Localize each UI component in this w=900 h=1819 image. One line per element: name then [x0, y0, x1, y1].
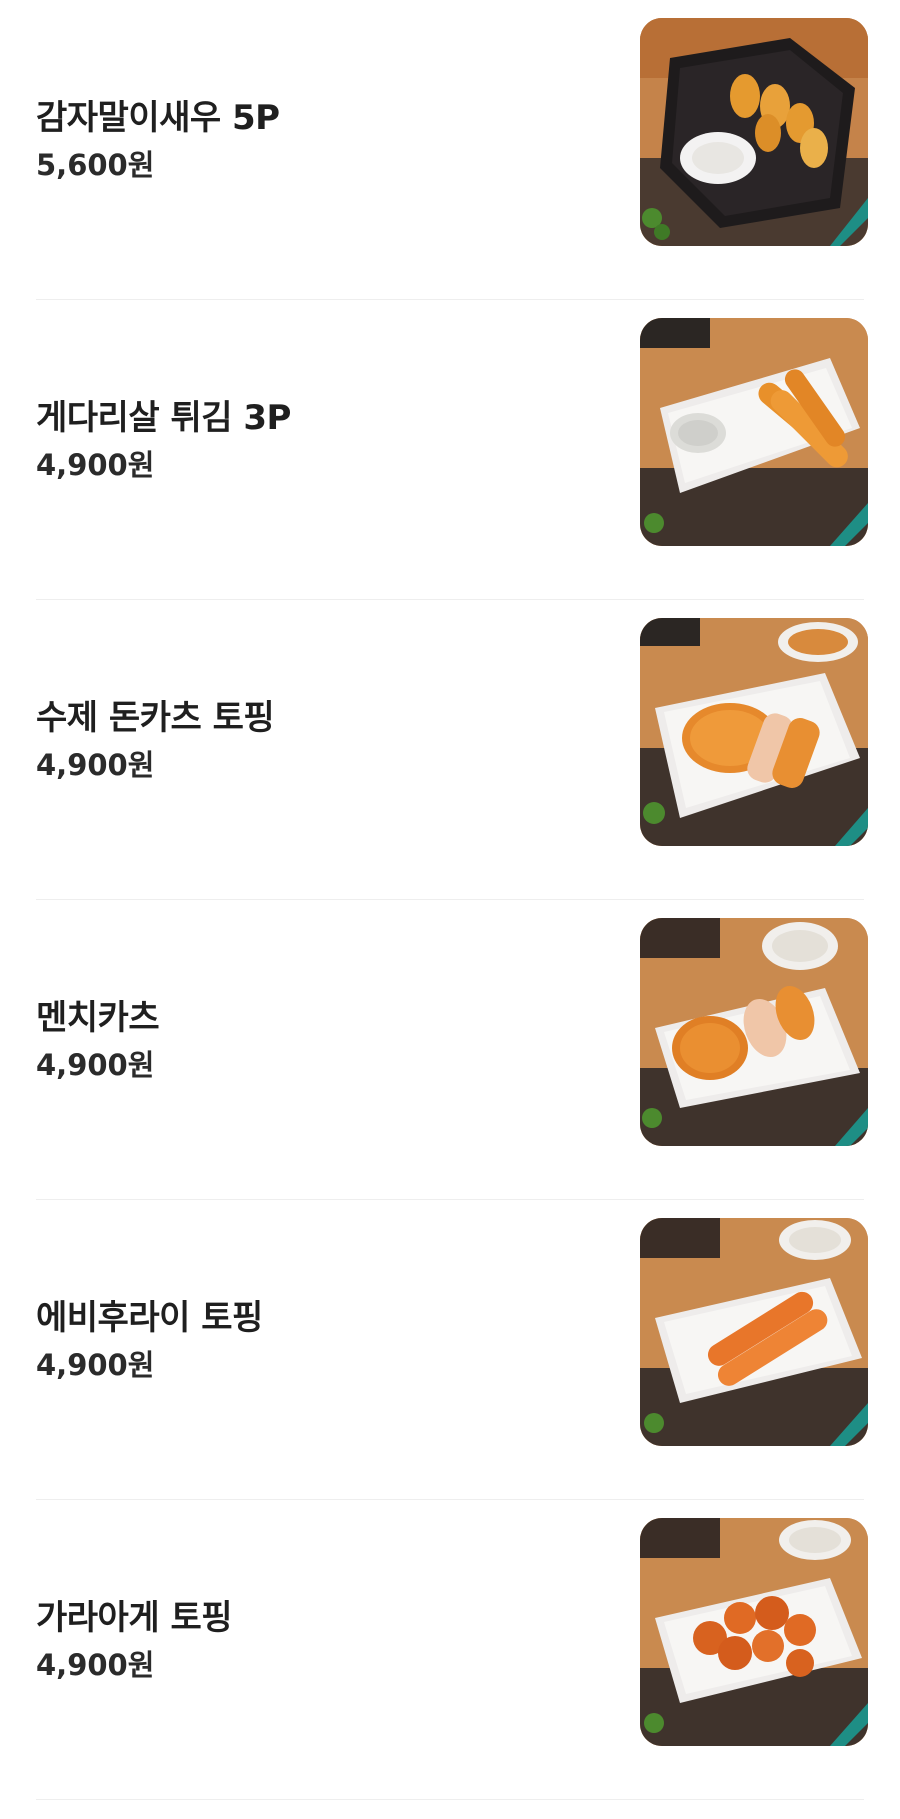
- menu-item-price: 4,900원: [36, 1048, 155, 1082]
- menu-item[interactable]: 가라아게 토핑 4,900원: [0, 1500, 900, 1800]
- divider: [36, 1799, 864, 1800]
- menchi-katsu-photo: [640, 918, 868, 1146]
- potato-wrapped-shrimp-photo: [640, 18, 868, 246]
- menu-item[interactable]: 게다리살 튀김 3P 4,900원: [0, 300, 900, 600]
- menu-item-photo[interactable]: [640, 1218, 868, 1446]
- menu-item[interactable]: 에비후라이 토핑 4,900원: [0, 1200, 900, 1500]
- menu-item[interactable]: 수제 돈카츠 토핑 4,900원: [0, 600, 900, 900]
- menu-item[interactable]: 멘치카츠 4,900원: [0, 900, 900, 1200]
- menu-item-text: 가라아게 토핑 4,900원: [36, 1500, 596, 1780]
- handmade-tonkatsu-photo: [640, 618, 868, 846]
- menu-item-name: 게다리살 튀김 3P: [36, 398, 291, 438]
- menu-item-name: 에비후라이 토핑: [36, 1298, 263, 1338]
- menu-item-price: 4,900원: [36, 748, 155, 782]
- menu-item-text: 에비후라이 토핑 4,900원: [36, 1200, 596, 1480]
- menu-item-text: 멘치카츠 4,900원: [36, 900, 596, 1180]
- menu-item-photo[interactable]: [640, 318, 868, 546]
- fried-crab-stick-photo: [640, 318, 868, 546]
- menu-item-photo[interactable]: [640, 918, 868, 1146]
- menu-list: 감자말이새우 5P 5,600원 게다리살 튀김 3P 4,900원 수제 돈카…: [0, 0, 900, 1800]
- menu-item-text: 게다리살 튀김 3P 4,900원: [36, 300, 596, 580]
- menu-item-photo[interactable]: [640, 1518, 868, 1746]
- menu-item-name: 가라아게 토핑: [36, 1598, 233, 1638]
- ebi-fry-photo: [640, 1218, 868, 1446]
- menu-item-name: 감자말이새우 5P: [36, 98, 280, 138]
- menu-item-name: 수제 돈카츠 토핑: [36, 698, 275, 738]
- menu-item-price: 4,900원: [36, 1348, 155, 1382]
- menu-item-photo[interactable]: [640, 18, 868, 246]
- menu-item-price: 4,900원: [36, 1648, 155, 1682]
- menu-item-text: 감자말이새우 5P 5,600원: [36, 0, 596, 280]
- menu-item-text: 수제 돈카츠 토핑 4,900원: [36, 600, 596, 880]
- menu-item-name: 멘치카츠: [36, 998, 160, 1038]
- menu-item[interactable]: 감자말이새우 5P 5,600원: [0, 0, 900, 300]
- karaage-photo: [640, 1518, 868, 1746]
- menu-item-photo[interactable]: [640, 618, 868, 846]
- menu-item-price: 4,900원: [36, 448, 155, 482]
- menu-item-price: 5,600원: [36, 148, 155, 182]
